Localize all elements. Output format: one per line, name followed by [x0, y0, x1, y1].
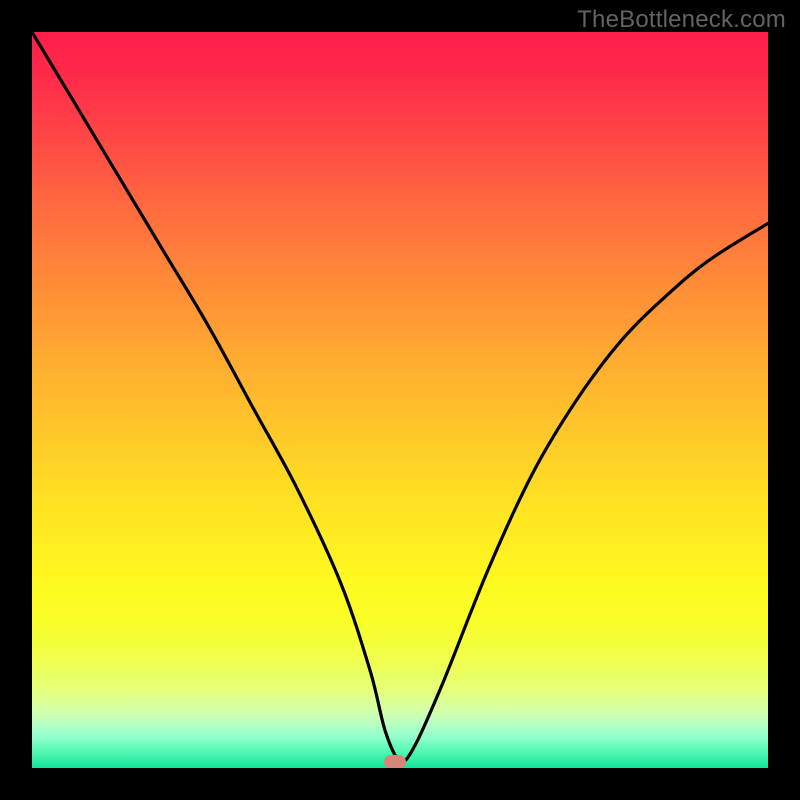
vertex-marker [384, 755, 406, 768]
chart-frame: TheBottleneck.com [0, 0, 800, 800]
bottleneck-curve [32, 32, 768, 768]
watermark-text: TheBottleneck.com [577, 6, 786, 34]
plot-area [32, 32, 768, 768]
curve-path [32, 32, 768, 761]
